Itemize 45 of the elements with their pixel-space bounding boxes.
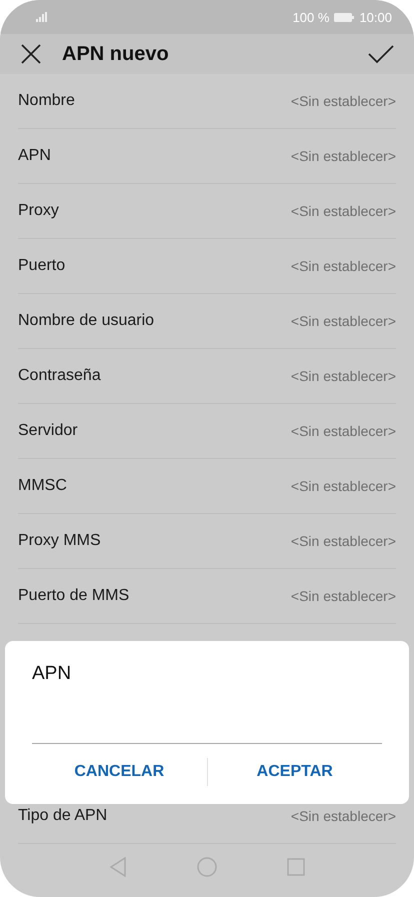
setting-value: <Sin establecer>	[290, 148, 396, 164]
setting-label: Proxy MMS	[18, 532, 101, 550]
setting-row[interactable]: Nombre de usuario <Sin establecer>	[18, 294, 396, 350]
setting-label: Servidor	[18, 422, 78, 440]
setting-value: <Sin establecer>	[290, 423, 396, 440]
setting-label: Puerto de MMS	[18, 587, 130, 606]
setting-value: <Sin establecer>	[290, 808, 396, 824]
recents-icon[interactable]	[287, 858, 305, 876]
setting-label: Puerto	[18, 257, 66, 276]
setting-label: Nombre de usuario	[18, 312, 154, 330]
clock: 10:00	[359, 10, 392, 24]
setting-value: <Sin establecer>	[290, 368, 396, 384]
setting-row[interactable]: APN <Sin establecer>	[18, 129, 396, 184]
setting-row[interactable]: Nombre <Sin establecer>	[18, 74, 396, 130]
setting-row[interactable]: Puerto de MMS <Sin establecer>	[18, 569, 396, 624]
setting-label: MMSC	[18, 477, 67, 496]
dialog-button[interactable]: ACEPTAR	[208, 752, 382, 792]
battery-percent: 100 %	[292, 10, 330, 24]
setting-value: <Sin establecer>	[290, 588, 396, 604]
page-title: APN nuevo	[62, 42, 170, 66]
setting-row[interactable]: Servidor <Sin establecer>	[18, 404, 396, 460]
close-icon[interactable]	[20, 43, 42, 66]
setting-value: <Sin establecer>	[290, 93, 396, 110]
setting-row[interactable]: Proxy MMS <Sin establecer>	[18, 514, 396, 570]
setting-value: <Sin establecer>	[290, 533, 396, 550]
setting-value: <Sin establecer>	[290, 313, 396, 330]
setting-label: Proxy	[18, 202, 59, 220]
setting-value: <Sin establecer>	[290, 258, 396, 274]
setting-value: <Sin establecer>	[290, 478, 396, 494]
setting-value: <Sin establecer>	[290, 203, 396, 220]
setting-row[interactable]: MMSC <Sin establecer>	[18, 459, 396, 514]
battery-icon	[334, 12, 354, 22]
setting-row[interactable]: Contraseña <Sin establecer>	[18, 349, 396, 404]
setting-label: Nombre	[18, 92, 75, 110]
setting-label: APN	[18, 147, 51, 166]
check-icon[interactable]	[368, 44, 394, 64]
setting-label: Contraseña	[18, 367, 101, 386]
signal-icon	[36, 12, 48, 22]
dialog-button[interactable]: CANCELAR	[32, 752, 206, 792]
home-icon[interactable]	[197, 856, 217, 877]
setting-row[interactable]: Puerto <Sin establecer>	[18, 239, 396, 294]
setting-label: Tipo de APN	[18, 807, 108, 826]
back-icon[interactable]	[109, 856, 127, 877]
setting-row[interactable]: Proxy <Sin establecer>	[18, 184, 396, 240]
dialog-title: APN	[32, 663, 72, 685]
